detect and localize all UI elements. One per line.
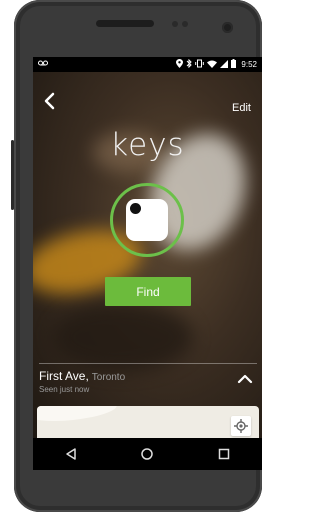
system-navigation-bar [33, 438, 262, 470]
back-chevron-icon [44, 92, 55, 110]
battery-icon [231, 59, 237, 70]
item-title: keys [110, 127, 185, 163]
location-street: First Ave, [39, 369, 89, 383]
divider [39, 363, 257, 364]
location-label: First Ave, Toronto [39, 369, 125, 383]
voicemail-icon [38, 59, 48, 69]
chevron-up-icon [237, 374, 253, 384]
home-circle-icon [141, 448, 154, 460]
last-seen-text: Seen just now [39, 385, 90, 394]
status-time: 9:52 [241, 60, 257, 69]
photo-blur-shape [53, 302, 193, 372]
phone-side-button [11, 140, 14, 210]
location-icon [176, 59, 184, 70]
back-button[interactable] [42, 92, 62, 114]
signal-icon [220, 59, 229, 70]
front-camera [222, 22, 233, 33]
map-road [37, 406, 118, 425]
recents-square-icon [218, 448, 230, 460]
location-city: Toronto [91, 372, 126, 383]
item-photo-background: Edit keys Find First Ave, Toronto Seen ju… [33, 72, 262, 438]
phone-speaker [96, 20, 154, 27]
phone-sensor [172, 21, 178, 27]
my-location-button[interactable] [231, 416, 251, 436]
nav-home-button[interactable] [132, 439, 162, 469]
status-bar: 9:52 [33, 57, 262, 72]
phone-sensor [182, 21, 188, 27]
back-triangle-icon [66, 448, 76, 460]
wifi-icon [207, 60, 218, 70]
nav-back-button[interactable] [56, 439, 86, 469]
tile-keyring-hole [130, 203, 141, 214]
location-map[interactable] [37, 406, 259, 438]
find-button[interactable]: Find [105, 277, 191, 306]
phone-screen: 9:52 Edit keys Find First Ave, Toronto Se… [33, 57, 262, 438]
my-location-icon [234, 419, 248, 433]
nav-recents-button[interactable] [209, 439, 239, 469]
vibrate-icon [195, 59, 205, 70]
bluetooth-icon [186, 58, 193, 70]
tile-device-icon [126, 199, 168, 241]
edit-button[interactable]: Edit [232, 102, 251, 114]
expand-map-button[interactable] [237, 371, 253, 387]
